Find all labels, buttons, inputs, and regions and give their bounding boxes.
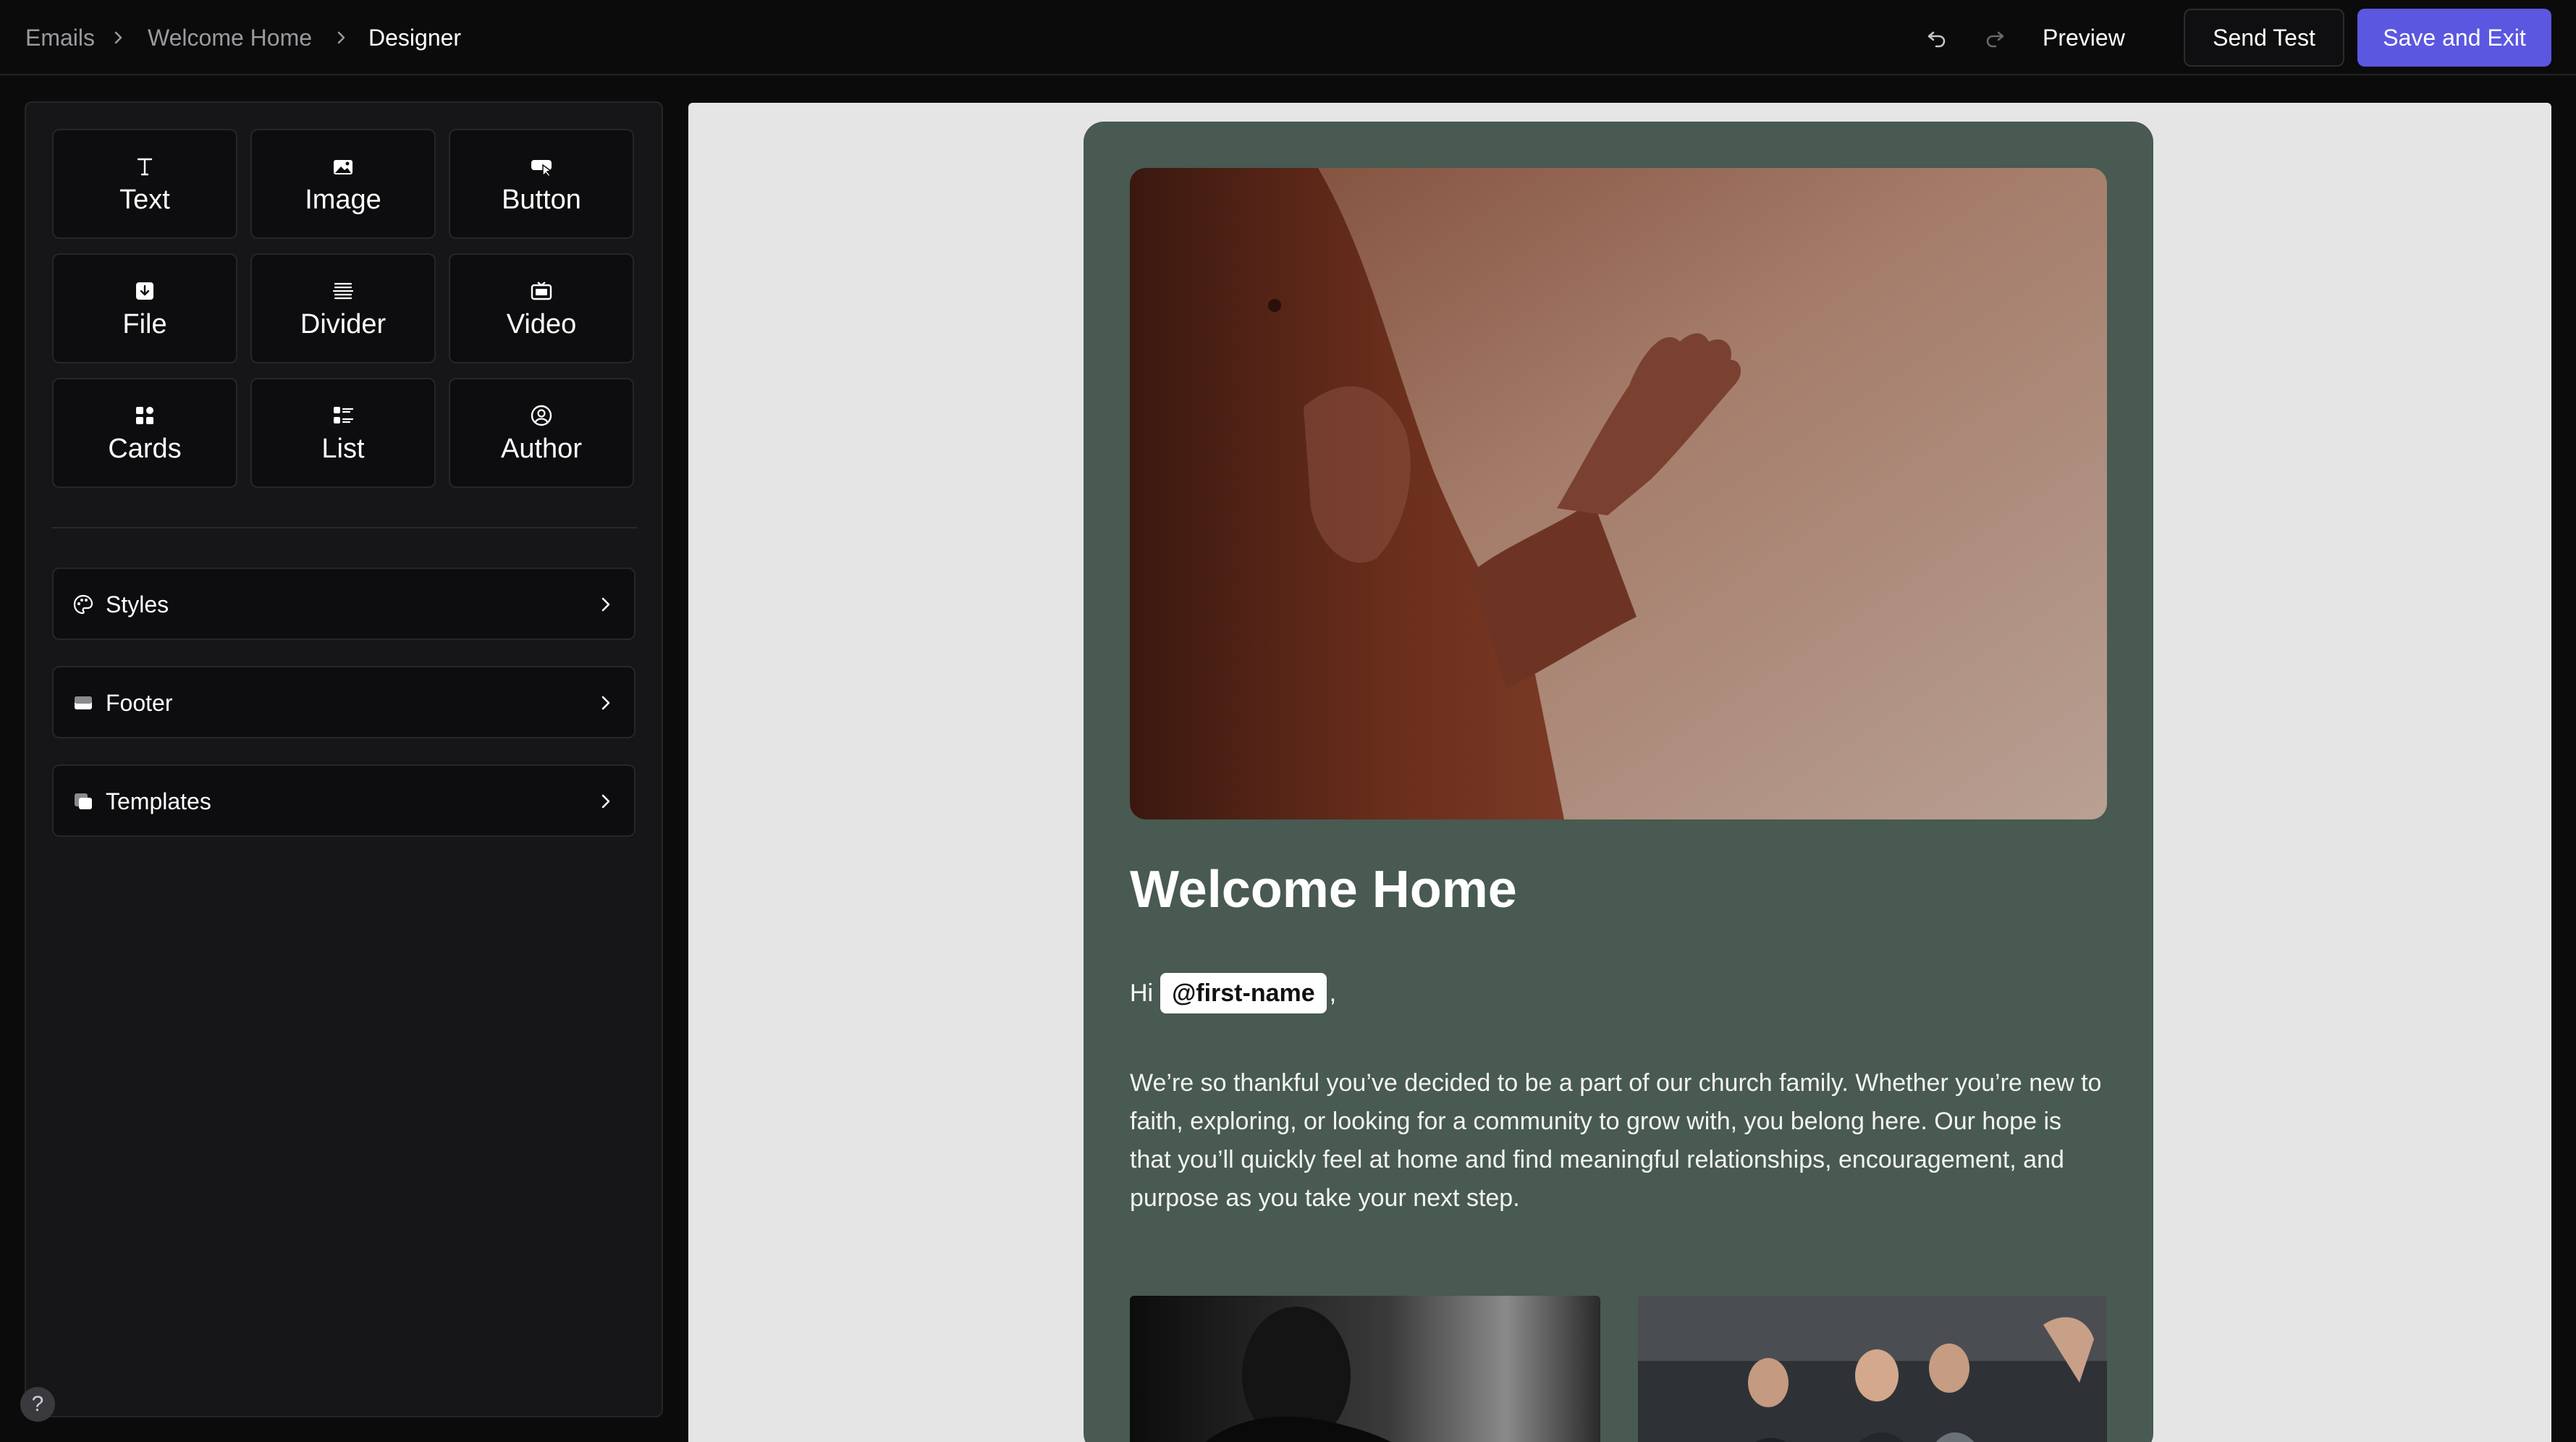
block-text[interactable]: Text: [52, 129, 237, 239]
text-icon: [131, 153, 159, 180]
chevron-right-icon: [594, 788, 618, 815]
block-button[interactable]: Button: [449, 129, 634, 239]
block-file[interactable]: File: [52, 253, 237, 363]
block-author[interactable]: Author: [449, 378, 634, 488]
email-body[interactable]: Welcome Home Hi @first-name , We’re so t…: [1084, 122, 2153, 1442]
block-label: Author: [501, 433, 582, 464]
panel-templates[interactable]: Templates: [52, 764, 635, 837]
block-image[interactable]: Image: [250, 129, 436, 239]
file-icon: [131, 277, 159, 305]
panel-footer[interactable]: Footer: [52, 666, 635, 738]
block-cards[interactable]: Cards: [52, 378, 237, 488]
save-and-exit-button[interactable]: Save and Exit: [2357, 9, 2551, 67]
chevron-right-icon: [594, 591, 618, 618]
block-divider[interactable]: Divider: [250, 253, 436, 363]
templates-icon: [72, 790, 94, 812]
photo-right[interactable]: [1638, 1296, 2107, 1442]
chevron-right-icon: [594, 689, 618, 717]
author-icon: [528, 402, 555, 429]
merge-tag-first-name[interactable]: @first-name: [1160, 973, 1327, 1013]
undo-icon[interactable]: [1921, 22, 1953, 54]
block-label: Text: [119, 184, 170, 215]
blocks-sidebar: Text Image Button File Divider Video Car…: [25, 101, 663, 1417]
panel-styles[interactable]: Styles: [52, 568, 635, 640]
panel-label: Footer: [106, 690, 173, 716]
section-divider: [52, 527, 637, 528]
block-label: File: [122, 308, 167, 340]
chevron-right-icon: [331, 22, 352, 54]
breadcrumb-emails[interactable]: Emails: [25, 22, 95, 54]
footer-icon: [72, 692, 94, 714]
block-label: List: [321, 433, 365, 464]
chevron-right-icon: [109, 22, 129, 54]
panel-label: Styles: [106, 591, 169, 617]
email-title[interactable]: Welcome Home: [1130, 860, 1517, 919]
top-bar: Emails Welcome Home Designer Preview Sen…: [0, 0, 2576, 75]
photo-left[interactable]: [1130, 1296, 1600, 1442]
button-icon: [528, 153, 555, 180]
send-test-button[interactable]: Send Test: [2184, 9, 2344, 67]
breadcrumb-welcome-home[interactable]: Welcome Home: [148, 22, 312, 54]
list-icon: [329, 402, 357, 429]
email-body-text[interactable]: We’re so thankful you’ve decided to be a…: [1130, 1064, 2107, 1218]
block-label: Cards: [108, 433, 182, 464]
greeting-prefix: Hi: [1130, 979, 1154, 1007]
redo-icon[interactable]: [1979, 22, 2011, 54]
greeting-suffix: ,: [1329, 979, 1337, 1007]
cards-icon: [131, 402, 159, 429]
greeting-line[interactable]: Hi @first-name ,: [1130, 973, 1336, 1013]
image-icon: [329, 153, 357, 180]
block-label: Video: [506, 308, 577, 340]
block-video[interactable]: Video: [449, 253, 634, 363]
block-label: Image: [305, 184, 381, 215]
block-label: Divider: [300, 308, 387, 340]
breadcrumb-designer: Designer: [368, 25, 462, 51]
block-list[interactable]: List: [250, 378, 436, 488]
panel-label: Templates: [106, 788, 211, 814]
help-button[interactable]: ?: [20, 1387, 55, 1422]
palette-icon: [72, 594, 94, 615]
divider-icon: [329, 277, 357, 305]
preview-button[interactable]: Preview: [2043, 22, 2125, 54]
video-icon: [528, 277, 555, 305]
hero-image[interactable]: [1130, 168, 2107, 819]
block-label: Button: [502, 184, 581, 215]
